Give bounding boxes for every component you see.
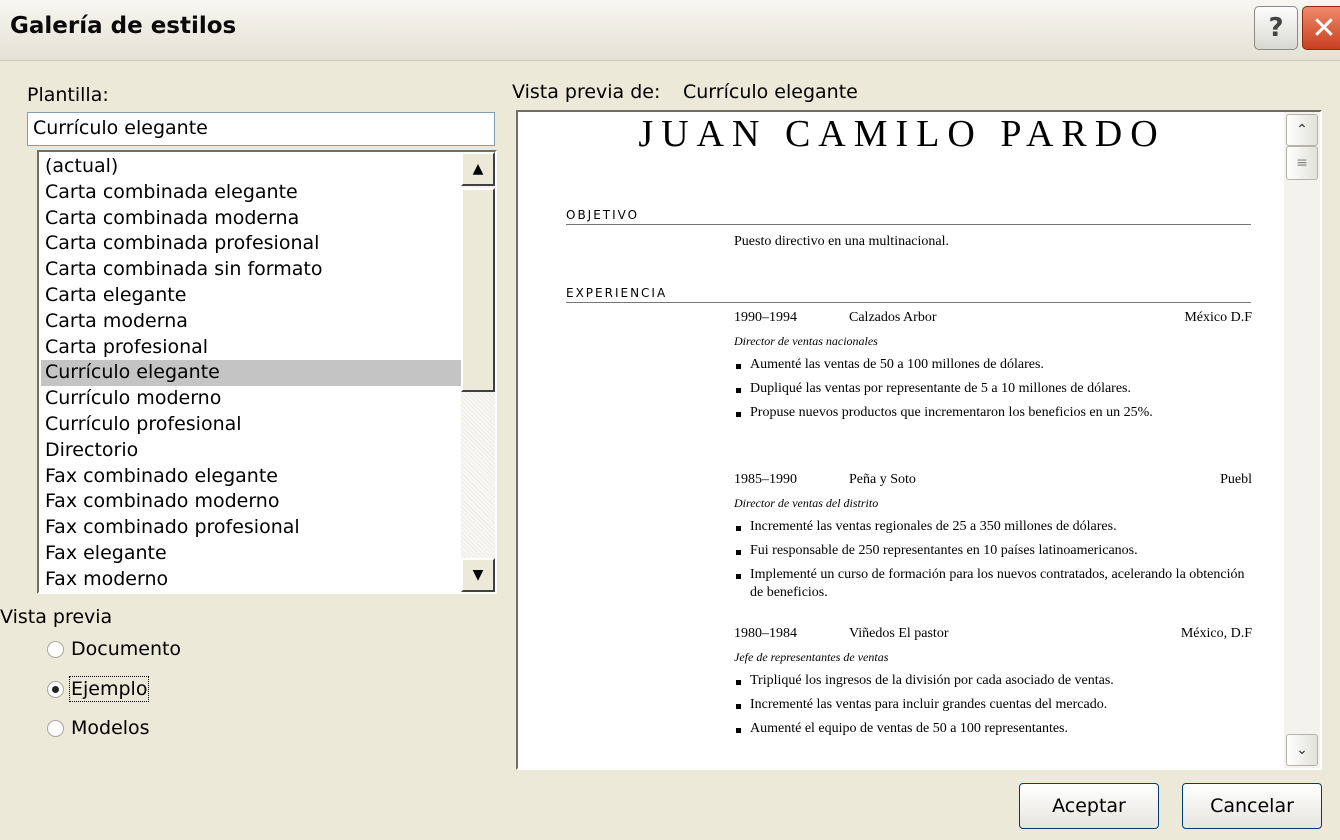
job-company: Viñedos El pastor — [849, 626, 949, 641]
job-role: Director de ventas nacionales — [734, 334, 878, 348]
template-list-item[interactable]: Carta moderna — [41, 309, 461, 335]
job-bullet: Implementé un curso de formación para lo… — [734, 566, 1254, 602]
template-list-item[interactable]: Carta combinada moderna — [41, 206, 461, 232]
preview-options-label: Vista previa — [0, 606, 113, 628]
down-arrow-icon: ▼ — [472, 567, 484, 583]
radio-circle-icon — [47, 719, 64, 737]
radio-label: Documento — [71, 638, 182, 660]
experience-heading: EXPERIENCIA — [566, 286, 1251, 303]
job-location: México D.F — [1184, 310, 1252, 325]
template-list-item[interactable]: Carta combinada elegante — [41, 180, 461, 206]
radio-label: Ejemplo — [68, 676, 150, 702]
template-list-item[interactable]: Carta profesional — [41, 335, 461, 361]
template-list-item[interactable]: Fax combinado elegante — [41, 464, 461, 490]
job-bullet: Dupliqué las ventas por representante de… — [734, 380, 1254, 398]
ok-button[interactable]: Aceptar — [1019, 783, 1159, 829]
preview-scroll-up-button[interactable]: ⌃ — [1286, 114, 1318, 146]
job-role: Jefe de representantes de ventas — [734, 650, 889, 664]
job-role: Director de ventas del distrito — [734, 496, 879, 510]
job-bullet: Aumenté las ventas de 50 a 100 millones … — [734, 356, 1254, 374]
help-icon: ? — [1268, 13, 1284, 43]
template-input[interactable]: Currículo elegante — [27, 112, 495, 146]
radio-modelos[interactable]: Modelos — [47, 717, 150, 739]
job-location: México, D.F — [1180, 626, 1252, 641]
close-button[interactable]: ✕ — [1302, 6, 1340, 50]
radio-documento[interactable]: Documento — [47, 638, 181, 660]
radio-circle-icon — [47, 640, 64, 658]
template-list-item[interactable]: Carta elegante — [41, 283, 461, 309]
template-list-items: (actual) Carta combinada elegante Carta co… — [41, 154, 461, 592]
resume-document: JUAN CAMILO PARDO OBJETIVO Puesto direct… — [518, 112, 1286, 768]
job-dates: 1980–1984 — [734, 626, 797, 641]
preview-scroll-thumb[interactable]: ≡ — [1286, 146, 1318, 180]
template-list-item[interactable]: Carta combinada profesional — [41, 231, 461, 257]
template-list-item[interactable]: Fax combinado moderno — [41, 489, 461, 515]
template-list-item[interactable]: (actual) — [41, 154, 461, 180]
template-label: Plantilla: — [27, 84, 109, 106]
cancel-button[interactable]: Cancelar — [1182, 783, 1322, 829]
up-arrow-icon: ⌃ — [1296, 122, 1308, 138]
scroll-up-button[interactable]: ▲ — [461, 152, 495, 186]
window-title: Galería de estilos — [10, 13, 237, 39]
resume-name: JUAN CAMILO PARDO — [638, 113, 1166, 155]
job-company: Calzados Arbor — [849, 310, 937, 325]
close-icon: ✕ — [1311, 10, 1337, 46]
template-list[interactable]: (actual) Carta combinada elegante Carta co… — [37, 150, 497, 594]
template-list-scrollbar[interactable]: ▲ ▼ — [461, 152, 495, 592]
title-bar: Galería de estilos ? ✕ — [0, 0, 1340, 61]
template-list-item[interactable]: Currículo moderno — [41, 386, 461, 412]
job-company: Peña y Soto — [849, 472, 916, 487]
help-button[interactable]: ? — [1254, 6, 1298, 50]
preview-scroll-down-button[interactable]: ⌄ — [1286, 734, 1318, 766]
template-list-item[interactable]: Currículo profesional — [41, 412, 461, 438]
preview-pane: JUAN CAMILO PARDO OBJETIVO Puesto direct… — [516, 110, 1322, 770]
scroll-thumb[interactable] — [461, 188, 495, 392]
template-list-item[interactable]: Fax elegante — [41, 541, 461, 567]
objective-heading: OBJETIVO — [566, 208, 1251, 225]
radio-ejemplo[interactable]: Ejemplo — [47, 676, 150, 702]
template-list-item[interactable]: Directorio — [41, 438, 461, 464]
job-bullet: Propuse nuevos productos que incrementar… — [734, 404, 1254, 422]
preview-template-name: Currículo elegante — [683, 81, 858, 103]
template-list-item[interactable]: Currículo elegante — [41, 360, 461, 387]
template-list-item[interactable]: Carta combinada sin formato — [41, 257, 461, 283]
scroll-down-button[interactable]: ▼ — [461, 558, 495, 592]
job-location: Puebl — [1220, 472, 1252, 487]
radio-circle-icon — [47, 680, 64, 698]
radio-label: Modelos — [71, 717, 150, 739]
job-bullet: Incrementé las ventas para incluir grand… — [734, 696, 1254, 714]
preview-scrollbar[interactable]: ⌃ ≡ ⌄ — [1284, 112, 1320, 768]
job-dates: 1985–1990 — [734, 472, 797, 487]
job-bullet: Aumenté el equipo de ventas de 50 a 100 … — [734, 720, 1254, 738]
job-bullet: Incrementé las ventas regionales de 25 a… — [734, 518, 1254, 536]
job-bullet: Fui responsable de 250 representantes en… — [734, 542, 1254, 560]
template-list-item[interactable]: Fax moderno — [41, 567, 461, 592]
grip-icon: ≡ — [1296, 155, 1308, 171]
template-list-item[interactable]: Fax combinado profesional — [41, 515, 461, 541]
job-bullet: Tripliqué los ingresos de la división po… — [734, 672, 1254, 690]
objective-text: Puesto directivo en una multinacional. — [734, 234, 950, 249]
job-dates: 1990–1994 — [734, 310, 797, 325]
up-arrow-icon: ▲ — [472, 161, 484, 177]
objective-line: Puesto directivo en una multinacional. — [734, 234, 1252, 250]
down-arrow-icon: ⌄ — [1296, 742, 1308, 758]
preview-label: Vista previa de: — [512, 81, 661, 103]
